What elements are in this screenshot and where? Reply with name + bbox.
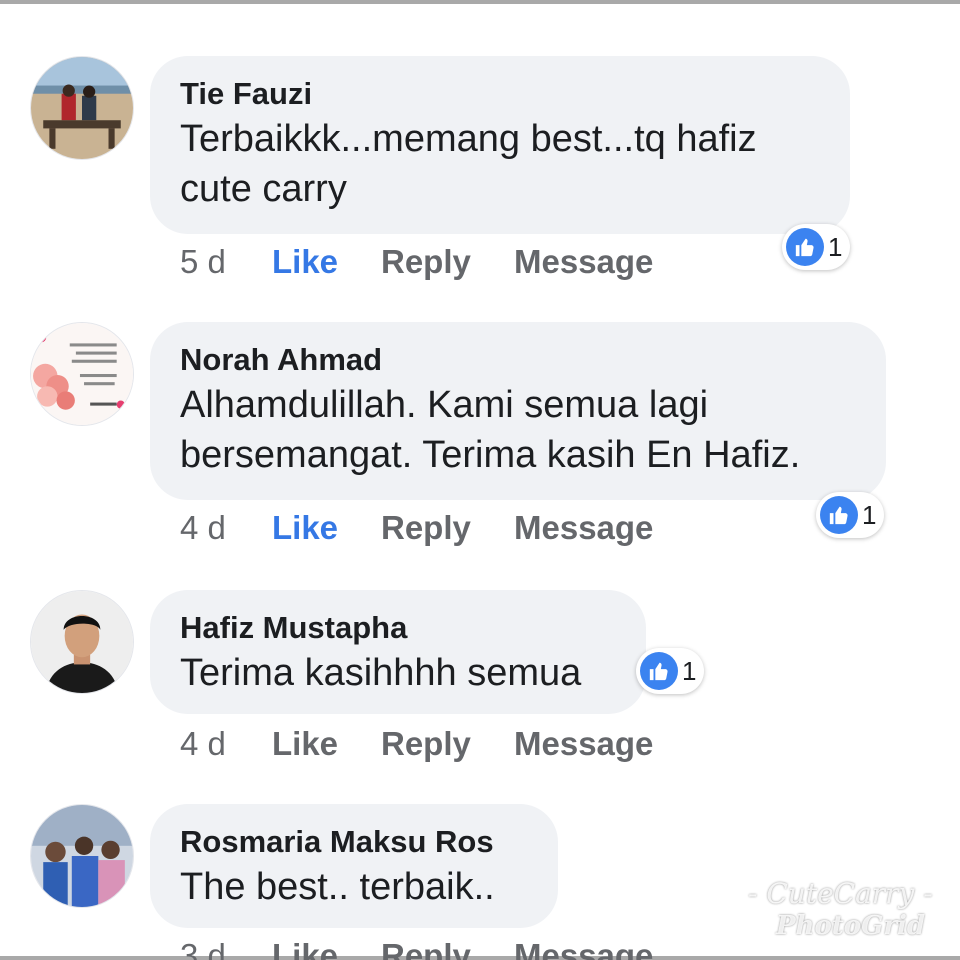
comment-text-line: The best.. terbaik.. — [180, 866, 495, 908]
comment-timestamp[interactable]: 4 d — [180, 722, 226, 766]
like-button[interactable]: Like — [272, 722, 338, 766]
reply-button[interactable]: Reply — [381, 506, 471, 550]
message-button[interactable]: Message — [514, 934, 653, 960]
watermark-line-2: PhotoGrid — [776, 911, 926, 941]
comment-author[interactable]: Norah Ahmad — [180, 340, 856, 380]
avatar[interactable] — [30, 590, 134, 694]
like-button[interactable]: Like — [272, 506, 338, 550]
comment-bubble: Hafiz Mustapha Terima kasihhhh semua — [150, 590, 646, 714]
comment-timestamp[interactable]: 3 d — [180, 934, 226, 960]
comment-text-line: Terima kasihhhh semua — [180, 652, 582, 694]
photogrid-watermark: - CuteCarry - PhotoGrid — [748, 878, 933, 942]
reaction-count: 1 — [828, 231, 843, 262]
comment-author[interactable]: Hafiz Mustapha — [180, 608, 616, 648]
avatar-beach-photo — [31, 57, 133, 159]
comment-author[interactable]: Rosmaria Maksu Ros — [180, 822, 528, 862]
comment-text-line: bersemangat. Terima kasih En Hafiz. — [180, 434, 801, 476]
avatar[interactable] — [30, 322, 134, 426]
watermark-line-1: - CuteCarry - — [748, 877, 933, 910]
reaction-count: 1 — [682, 655, 697, 686]
comment-bubble: Rosmaria Maksu Ros The best.. terbaik.. — [150, 804, 558, 928]
comment-timestamp[interactable]: 4 d — [180, 506, 226, 550]
comment-text-line: Alhamdulillah. Kami semua lagi — [180, 384, 709, 426]
message-button[interactable]: Message — [514, 240, 653, 284]
avatar[interactable] — [30, 804, 134, 908]
comment-bubble: Norah Ahmad Alhamdulillah. Kami semua la… — [150, 322, 886, 500]
reaction-count: 1 — [862, 499, 877, 530]
reply-button[interactable]: Reply — [381, 934, 471, 960]
message-button[interactable]: Message — [514, 506, 653, 550]
reply-button[interactable]: Reply — [381, 240, 471, 284]
thumbs-up-icon — [640, 652, 678, 690]
reply-button[interactable]: Reply — [381, 722, 471, 766]
reaction-badge[interactable]: 1 — [816, 492, 885, 538]
comment-thread: Tie Fauzi Terbaikkk...memang best...tq h… — [0, 0, 960, 960]
comment-text-line: Terbaikkk...memang best...tq hafiz — [180, 118, 757, 160]
thumbs-up-icon — [820, 496, 858, 534]
avatar[interactable] — [30, 56, 134, 160]
reaction-badge[interactable]: 1 — [636, 648, 705, 694]
comment-author[interactable]: Tie Fauzi — [180, 74, 820, 114]
comment-bubble: Tie Fauzi Terbaikkk...memang best...tq h… — [150, 56, 850, 234]
thumbs-up-icon — [786, 228, 824, 266]
reaction-badge[interactable]: 1 — [782, 224, 851, 270]
comment-text-line: cute carry — [180, 168, 347, 210]
avatar-portrait — [31, 591, 133, 693]
message-button[interactable]: Message — [514, 722, 653, 766]
avatar-floral-card — [31, 323, 133, 425]
avatar-group-photo — [31, 805, 133, 907]
comment-timestamp[interactable]: 5 d — [180, 240, 226, 284]
like-button[interactable]: Like — [272, 240, 338, 284]
like-button[interactable]: Like — [272, 934, 338, 960]
